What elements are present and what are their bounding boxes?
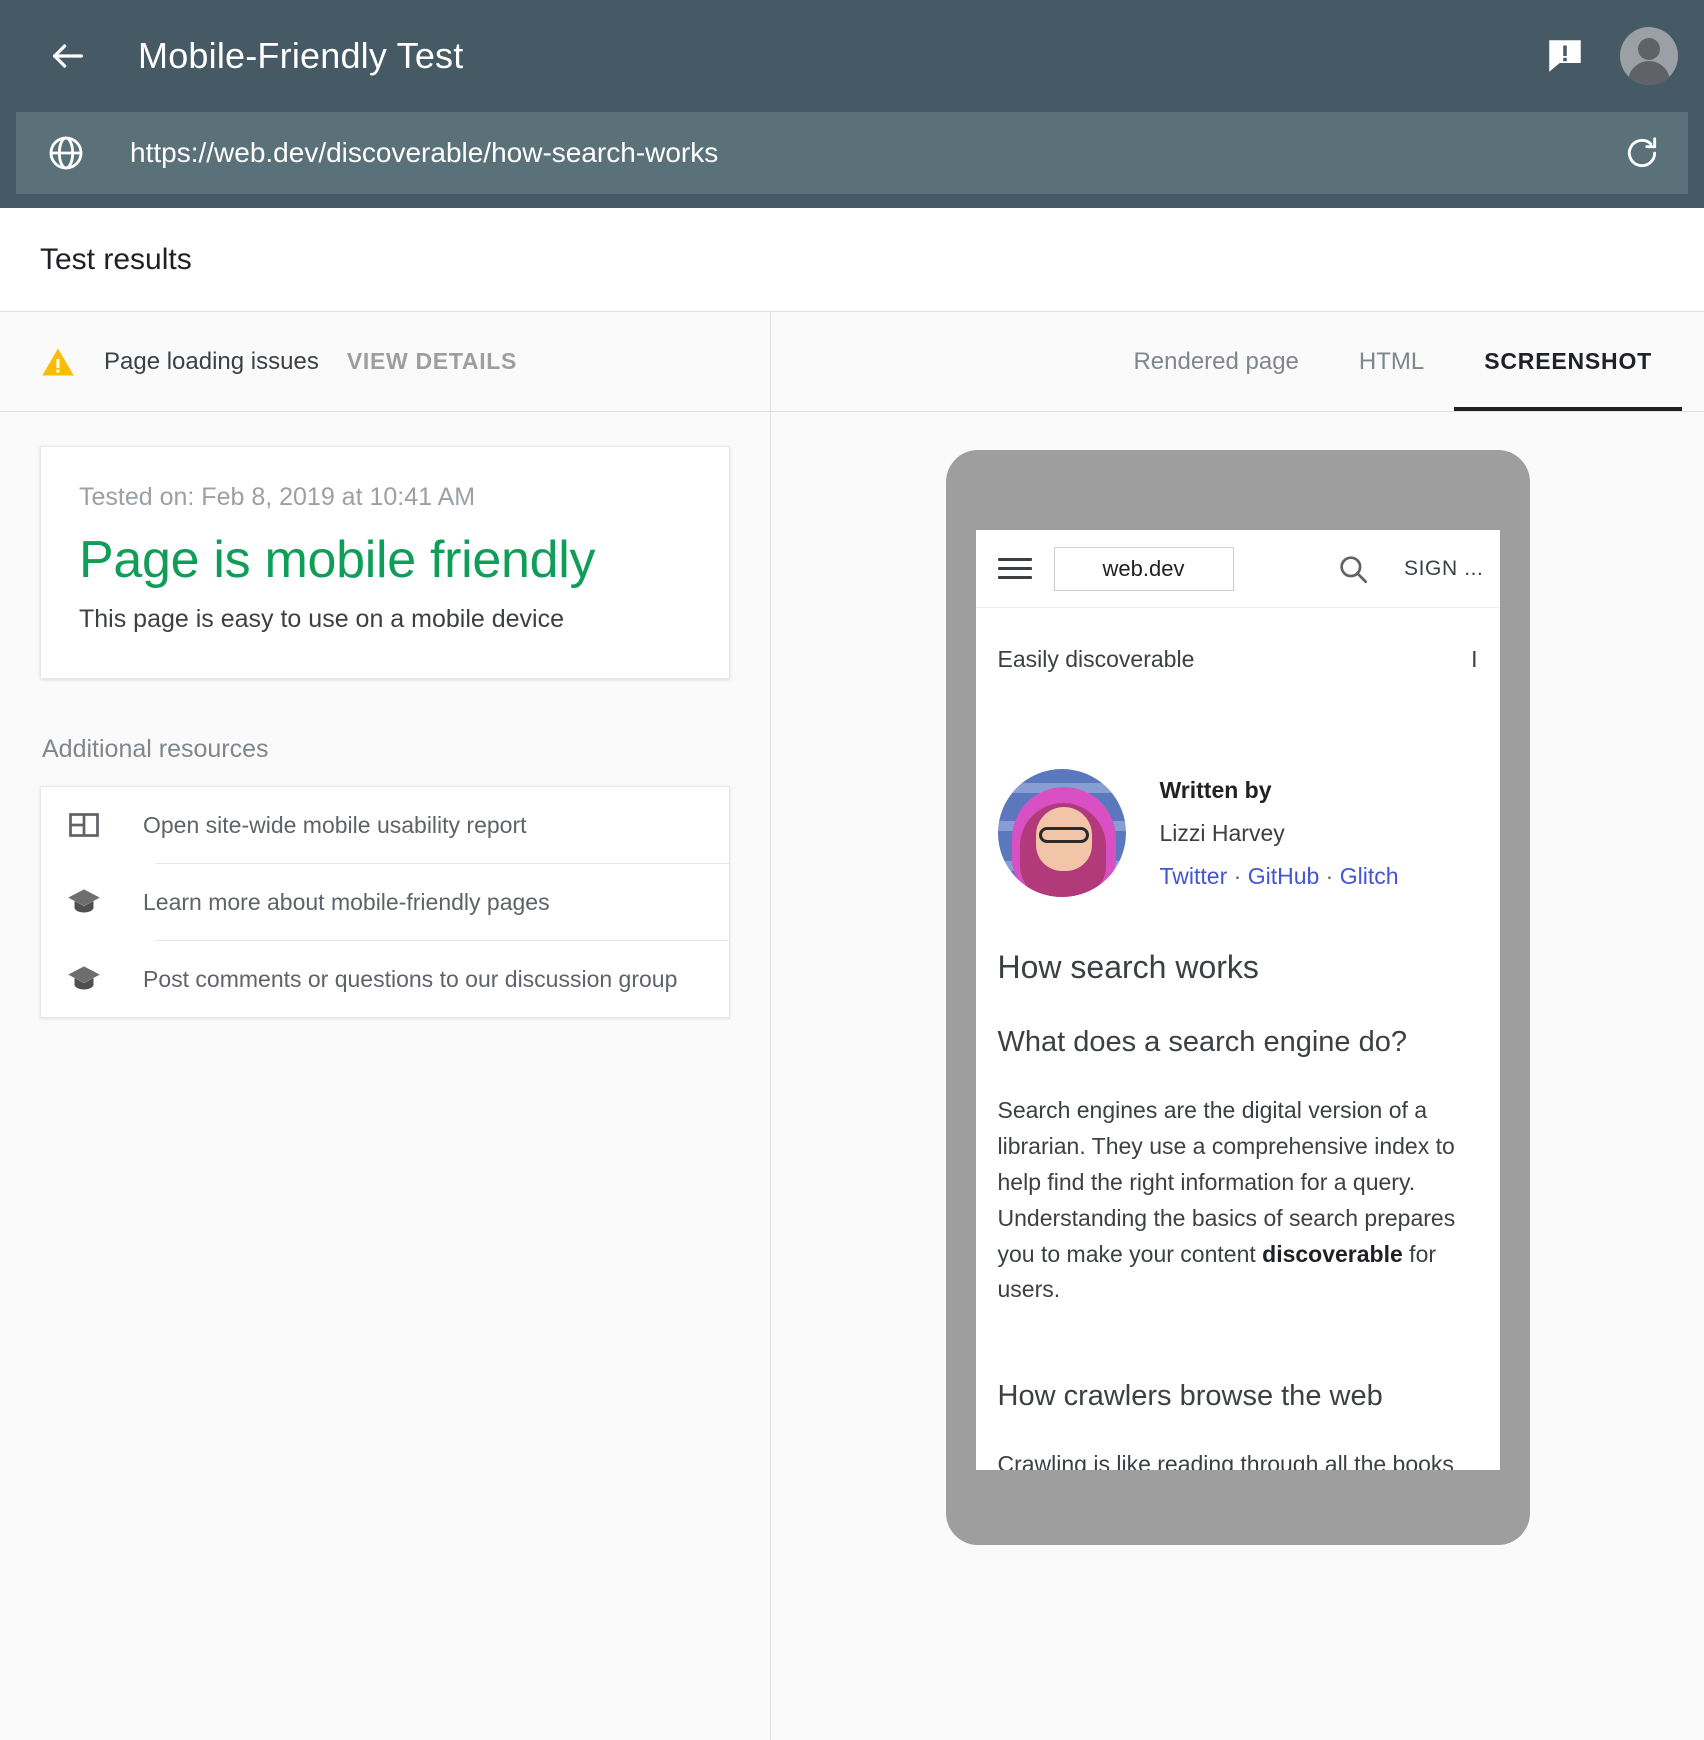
article-section-1-heading: What does a search engine do? xyxy=(998,1026,1478,1059)
test-results-header: Test results xyxy=(0,208,1704,312)
author-info: Written by Lizzi Harvey Twitter · GitHub… xyxy=(1160,777,1399,890)
tested-on-timestamp: Tested on: Feb 8, 2019 at 10:41 AM xyxy=(79,483,691,512)
site-name-chip[interactable]: web.dev xyxy=(1054,547,1234,591)
preview-page-body: Easily discoverable I xyxy=(976,608,1500,1470)
breadcrumb-label: Easily discoverable xyxy=(998,646,1195,673)
article-section-2-heading: How crawlers browse the web xyxy=(998,1380,1478,1413)
page-loading-issues-label: Page loading issues xyxy=(104,348,319,376)
author-link-twitter[interactable]: Twitter xyxy=(1160,863,1228,889)
page-loading-issues-strip: Page loading issues VIEW DETAILS xyxy=(0,312,770,412)
refresh-icon[interactable] xyxy=(1622,133,1662,173)
author-block: Written by Lizzi Harvey Twitter · GitHub… xyxy=(998,769,1478,897)
author-link-github[interactable]: GitHub xyxy=(1248,863,1320,889)
app-bar-row: Mobile-Friendly Test xyxy=(0,0,1704,112)
tab-html[interactable]: HTML xyxy=(1329,312,1454,411)
right-pane: Rendered page HTML SCREENSHOT web.dev xyxy=(771,312,1704,1740)
article-section-2-paragraph: Crawling is like reading through all the… xyxy=(998,1447,1478,1470)
url-bar[interactable]: https://web.dev/discoverable/how-search-… xyxy=(16,112,1688,194)
sign-in-button[interactable]: SIGN ... xyxy=(1404,557,1483,581)
back-arrow-icon[interactable] xyxy=(40,28,96,84)
article-title: How search works xyxy=(998,949,1478,986)
resource-item-usability-report[interactable]: Open site-wide mobile usability report xyxy=(41,787,729,863)
additional-resources-title: Additional resources xyxy=(42,735,730,764)
feedback-icon[interactable] xyxy=(1542,33,1588,79)
left-pane-body: Tested on: Feb 8, 2019 at 10:41 AM Page … xyxy=(0,412,770,1740)
hamburger-menu-icon[interactable] xyxy=(998,552,1032,585)
page-title: Mobile-Friendly Test xyxy=(138,35,463,77)
phone-screen: web.dev SIGN ... Easily discoverab xyxy=(976,530,1500,1470)
url-bar-container: https://web.dev/discoverable/how-search-… xyxy=(16,112,1688,194)
left-pane: Page loading issues VIEW DETAILS Tested … xyxy=(0,312,771,1740)
result-card: Tested on: Feb 8, 2019 at 10:41 AM Page … xyxy=(40,446,730,679)
avatar-head xyxy=(1638,38,1660,60)
article-section-1-paragraph: Search engines are the digital version o… xyxy=(998,1093,1478,1308)
preview-site-header: web.dev SIGN ... xyxy=(976,530,1500,608)
preview-tabs: Rendered page HTML SCREENSHOT xyxy=(771,312,1704,412)
author-name: Lizzi Harvey xyxy=(1160,820,1399,847)
additional-resources-card: Open site-wide mobile usability report L… xyxy=(40,786,730,1018)
report-layout-icon xyxy=(63,804,105,846)
main-content: Page loading issues VIEW DETAILS Tested … xyxy=(0,312,1704,1740)
resource-label: Learn more about mobile-friendly pages xyxy=(143,889,550,916)
phone-preview-area: web.dev SIGN ... Easily discoverab xyxy=(771,412,1704,1740)
test-results-title: Test results xyxy=(40,243,192,277)
separator: · xyxy=(1326,863,1334,889)
globe-icon xyxy=(44,131,88,175)
view-details-button[interactable]: VIEW DETAILS xyxy=(347,348,517,375)
url-input[interactable]: https://web.dev/discoverable/how-search-… xyxy=(130,137,1622,169)
graduation-cap-icon xyxy=(63,881,105,923)
graduation-cap-icon xyxy=(63,958,105,1000)
paragraph-bold-term: discoverable xyxy=(1262,1241,1403,1267)
resource-item-learn-more[interactable]: Learn more about mobile-friendly pages xyxy=(41,864,729,940)
author-social-links: Twitter · GitHub · Glitch xyxy=(1160,863,1399,890)
separator: · xyxy=(1234,863,1242,889)
app-bar: Mobile-Friendly Test https://web.dev/ xyxy=(0,0,1704,208)
resource-label: Open site-wide mobile usability report xyxy=(143,812,527,839)
tab-rendered-page[interactable]: Rendered page xyxy=(1103,312,1328,411)
verdict-heading: Page is mobile friendly xyxy=(79,530,691,591)
resource-label: Post comments or questions to our discus… xyxy=(143,966,677,993)
search-icon[interactable] xyxy=(1336,552,1370,586)
phone-mockup: web.dev SIGN ... Easily discoverab xyxy=(946,450,1530,1545)
breadcrumb-end-marker: I xyxy=(1471,646,1477,673)
author-avatar xyxy=(998,769,1126,897)
spacer xyxy=(771,312,1103,411)
resource-item-discussion-group[interactable]: Post comments or questions to our discus… xyxy=(41,941,729,1017)
breadcrumb: Easily discoverable I xyxy=(998,608,1478,673)
author-link-glitch[interactable]: Glitch xyxy=(1340,863,1399,889)
written-by-label: Written by xyxy=(1160,777,1399,804)
user-avatar[interactable] xyxy=(1620,27,1678,85)
verdict-subtext: This page is easy to use on a mobile dev… xyxy=(79,605,691,634)
warning-triangle-icon xyxy=(40,344,76,380)
tab-screenshot[interactable]: SCREENSHOT xyxy=(1454,312,1682,411)
avatar-body xyxy=(1628,61,1670,85)
